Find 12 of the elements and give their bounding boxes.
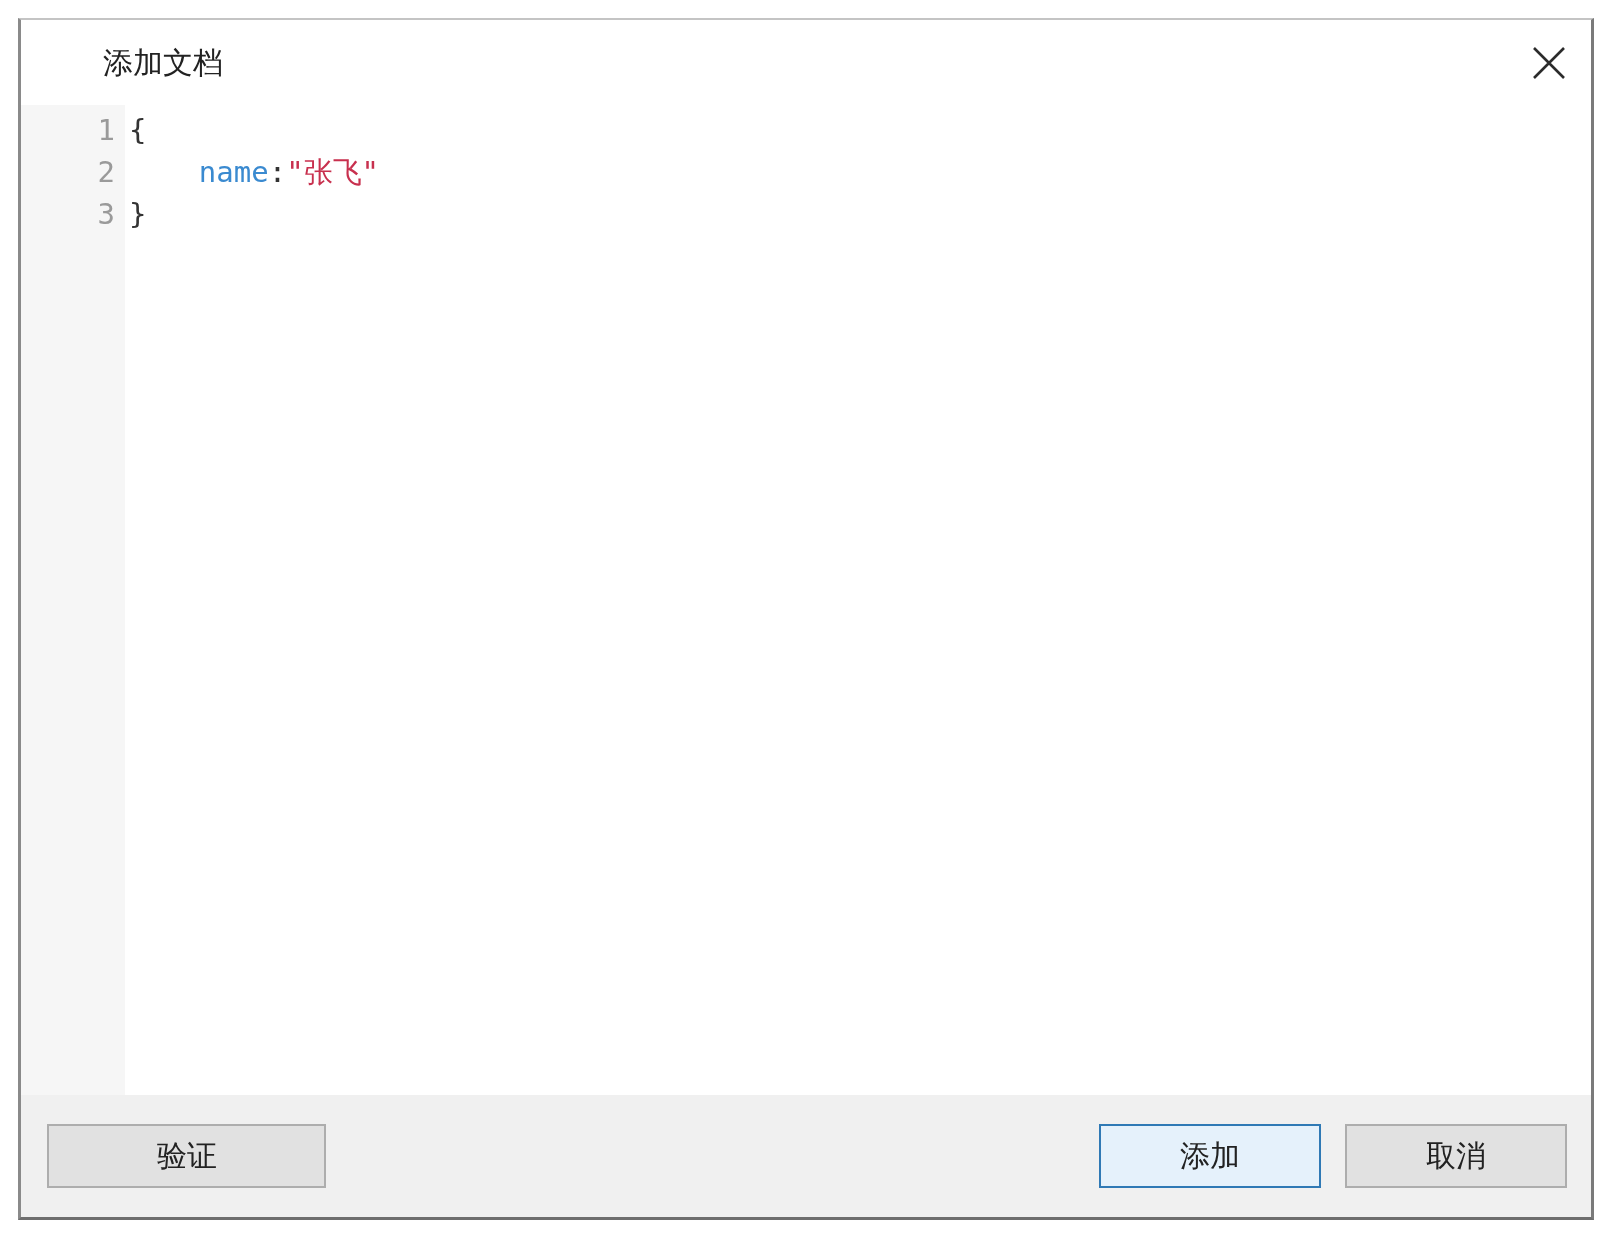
code-line: { (129, 112, 147, 149)
code-line: name:"张飞" (198, 154, 380, 191)
line-number: 3 (97, 196, 115, 233)
close-icon (1533, 46, 1565, 79)
add-button[interactable]: 添加 (1099, 1124, 1321, 1188)
close-button[interactable] (1533, 46, 1565, 79)
cancel-button[interactable]: 取消 (1345, 1124, 1567, 1188)
window-title: 添加文档 (103, 44, 223, 81)
code-line: } (129, 196, 147, 233)
line-number: 2 (97, 154, 115, 191)
validate-button[interactable]: 验证 (47, 1124, 326, 1188)
line-number: 1 (97, 112, 115, 149)
